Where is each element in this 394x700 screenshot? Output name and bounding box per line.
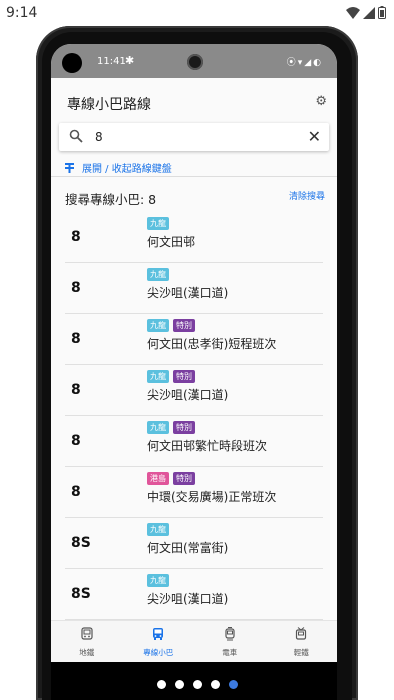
route-number: 8 <box>71 331 81 347</box>
nav-item[interactable]: 地鐵 <box>51 621 123 662</box>
route-badges: 九龍 特別 <box>147 370 195 383</box>
route-destination: 何文田(忠孝街)短程班次 <box>147 337 277 351</box>
device-clock: 11:41 <box>97 56 126 67</box>
route-destination: 何文田邨繁忙時段班次 <box>147 439 268 453</box>
route-row[interactable]: 8 九龍 特別何文田(忠孝街)短程班次 <box>65 313 323 365</box>
route-number: 8 <box>71 433 81 449</box>
region-badge: 九龍 <box>147 523 169 536</box>
route-badges: 九龍 <box>147 523 169 536</box>
route-badges: 九龍 <box>147 217 169 230</box>
route-row[interactable]: 8 九龍何文田邨 <box>65 211 323 263</box>
nav-label: 輕鐵 <box>293 648 309 657</box>
page-dot <box>211 680 220 689</box>
region-badge: 九龍 <box>147 574 169 587</box>
route-destination: 尖沙咀(漢口道) <box>147 592 229 606</box>
route-destination: 何文田(常富街) <box>147 541 229 555</box>
route-row[interactable]: 8 九龍 特別何文田邨繁忙時段班次 <box>65 415 323 467</box>
region-badge: 特別 <box>173 370 195 383</box>
route-badges: 九龍 特別 <box>147 319 195 332</box>
route-badges: 港島 特別 <box>147 472 195 485</box>
nav-item[interactable]: 輕鐵 <box>266 621 338 662</box>
page-dot <box>157 680 166 689</box>
page-dot <box>175 680 184 689</box>
metro-icon <box>80 626 94 645</box>
nav-label: 專線小巴 <box>143 648 174 657</box>
search-icon <box>69 129 83 143</box>
route-row[interactable]: 8S 九龍尖沙咀(漢口道) <box>65 568 323 620</box>
region-badge: 特別 <box>173 421 195 434</box>
camera-icon <box>62 53 82 73</box>
settings-status-icon: ✱ <box>125 54 135 67</box>
route-number: 8 <box>71 484 81 500</box>
region-badge: 九龍 <box>147 370 169 383</box>
route-badges: 九龍 <box>147 268 169 281</box>
wifi-icon <box>346 6 360 19</box>
toggle-keyboard-button[interactable]: 展開 / 收起路線鍵盤 <box>65 160 172 175</box>
page-indicator <box>157 680 238 689</box>
nav-item[interactable]: 專線小巴 <box>123 621 195 662</box>
route-number: 8S <box>71 535 91 551</box>
route-destination: 尖沙咀(漢口道) <box>147 388 229 402</box>
page-dot-active <box>229 680 238 689</box>
route-destination: 中環(交易廣場)正常班次 <box>147 490 277 504</box>
nav-label: 電車 <box>222 648 238 657</box>
route-number: 8 <box>71 382 81 398</box>
route-row[interactable]: 8 九龍尖沙咀(漢口道) <box>65 262 323 314</box>
route-destination: 尖沙咀(漢口道) <box>147 286 229 300</box>
route-number: 8 <box>71 280 81 296</box>
nav-label: 地鐵 <box>79 648 95 657</box>
divider <box>51 176 337 177</box>
host-status-bar: 9:14 <box>0 0 394 26</box>
route-row[interactable]: 8 港島 特別中環(交易廣場)正常班次 <box>65 466 323 518</box>
route-row[interactable]: 8S 九龍何文田(常富街) <box>65 517 323 569</box>
search-input[interactable]: 8 ✕ <box>59 123 329 151</box>
host-status-icons <box>346 6 386 19</box>
region-badge: 九龍 <box>147 421 169 434</box>
device-status-icons: ⦿▾◢◐ <box>286 58 323 68</box>
results-title: 搜尋專線小巴: 8 <box>65 192 157 207</box>
region-badge: 九龍 <box>147 268 169 281</box>
expand-label: 展開 / 收起路線鍵盤 <box>82 164 172 175</box>
keyboard-icon <box>65 162 74 173</box>
region-badge: 特別 <box>173 319 195 332</box>
bottom-nav: 地鐵 專線小巴 電車 輕鐵 <box>51 620 337 662</box>
app-header: 專線小巴路線 ⚙ <box>51 78 337 120</box>
nav-item[interactable]: 電車 <box>194 621 266 662</box>
signal-icon <box>363 6 375 19</box>
region-badge: 九龍 <box>147 217 169 230</box>
device-status-bar: 11:41 ✱ ⦿▾◢◐ <box>51 44 337 78</box>
route-badges: 九龍 <box>147 574 169 587</box>
battery-icon <box>378 6 386 19</box>
search-value[interactable]: 8 <box>95 130 103 144</box>
route-badges: 九龍 特別 <box>147 421 195 434</box>
region-badge: 九龍 <box>147 319 169 332</box>
route-number: 8S <box>71 586 91 602</box>
front-camera-icon <box>187 54 203 70</box>
page-dot <box>193 680 202 689</box>
close-icon[interactable]: ✕ <box>308 127 321 146</box>
light-rail-icon <box>294 626 308 645</box>
minibus-icon <box>151 626 165 645</box>
route-row[interactable]: 8 九龍 特別尖沙咀(漢口道) <box>65 364 323 416</box>
device-screen: 11:41 ✱ ⦿▾◢◐ 專線小巴路線 ⚙ 8 ✕ 展開 / 收起路線鍵盤 搜尋… <box>51 44 337 662</box>
region-badge: 港島 <box>147 472 169 485</box>
settings-icon[interactable]: ⚙ <box>315 94 327 109</box>
page-title: 專線小巴路線 <box>67 97 151 113</box>
clear-search-button[interactable]: 清除搜尋 <box>289 189 325 202</box>
route-number: 8 <box>71 229 81 245</box>
host-clock: 9:14 <box>6 5 38 21</box>
tram-icon <box>223 626 237 645</box>
route-destination: 何文田邨 <box>147 235 196 249</box>
region-badge: 特別 <box>173 472 195 485</box>
